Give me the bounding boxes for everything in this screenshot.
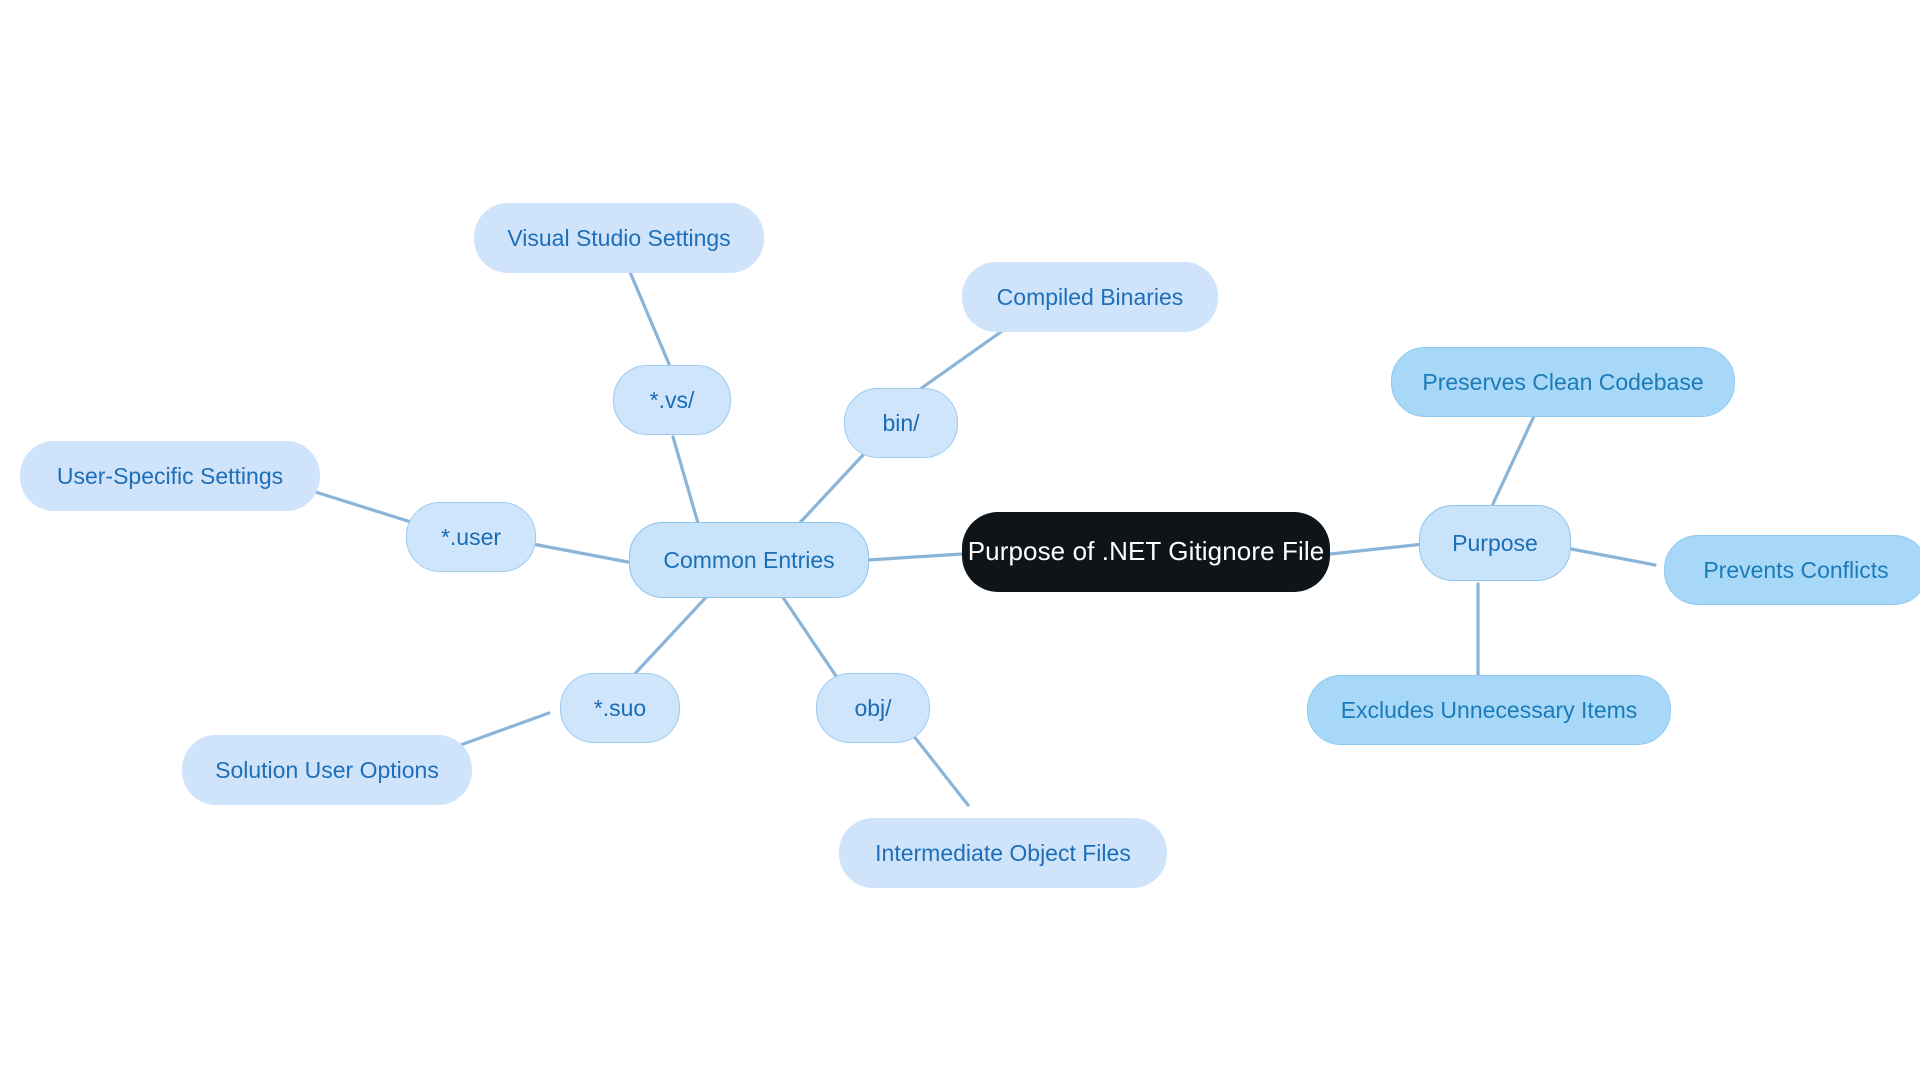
node-obj-folder-label: obj/ [854, 694, 892, 721]
edge-bin-compiled-binaries [914, 327, 1007, 394]
node-bin-folder[interactable]: bin/ [844, 388, 958, 458]
node-intermediate-object-files-label: Intermediate Object Files [875, 839, 1131, 866]
node-bin-folder-label: bin/ [882, 409, 920, 436]
node-preserves-clean-codebase[interactable]: Preserves Clean Codebase [1391, 347, 1735, 417]
node-solution-user-options[interactable]: Solution User Options [182, 735, 472, 805]
node-vs-folder-label: *.vs/ [649, 386, 695, 413]
edge-common-entries-bin [793, 453, 865, 530]
node-vs-folder[interactable]: *.vs/ [613, 365, 731, 435]
node-intermediate-object-files[interactable]: Intermediate Object Files [839, 818, 1167, 888]
node-visual-studio-settings-label: Visual Studio Settings [507, 224, 731, 251]
node-solution-user-options-label: Solution User Options [215, 756, 439, 783]
node-common-entries-label: Common Entries [663, 546, 835, 573]
edge-user-user-specific-settings [304, 487, 416, 525]
node-common-entries[interactable]: Common Entries [629, 522, 869, 598]
edge-vs-visual-studio-settings [625, 263, 674, 373]
edge-purpose-preserves-clean-codebase [1490, 412, 1537, 508]
node-excludes-unnecessary-items[interactable]: Excludes Unnecessary Items [1307, 675, 1671, 745]
edge-common-entries-obj [778, 591, 840, 681]
node-compiled-binaries-label: Compiled Binaries [996, 283, 1184, 310]
node-prevents-conflicts-label: Prevents Conflicts [1703, 556, 1889, 583]
node-user-specific-settings-label: User-Specific Settings [56, 462, 284, 489]
node-user-file-label: *.user [440, 523, 502, 550]
node-purpose-label: Purpose [1452, 529, 1538, 556]
node-suo-file[interactable]: *.suo [560, 673, 680, 743]
edge-suo-solution-user-options [453, 711, 551, 749]
node-visual-studio-settings[interactable]: Visual Studio Settings [474, 203, 764, 273]
node-user-file[interactable]: *.user [406, 502, 536, 572]
node-root[interactable]: Purpose of .NET Gitignore File [962, 512, 1330, 592]
node-compiled-binaries[interactable]: Compiled Binaries [962, 262, 1218, 332]
edge-root-purpose [1328, 542, 1426, 556]
node-suo-file-label: *.suo [593, 694, 647, 721]
edge-common-entries-user [520, 540, 630, 564]
edge-purpose-prevents-conflicts [1564, 546, 1657, 567]
node-preserves-clean-codebase-label: Preserves Clean Codebase [1422, 368, 1704, 395]
node-excludes-unnecessary-items-label: Excludes Unnecessary Items [1340, 696, 1638, 723]
edge-layer [304, 263, 1657, 807]
edge-common-entries-vs [671, 435, 702, 532]
edge-common-entries-suo [628, 591, 712, 681]
node-prevents-conflicts[interactable]: Prevents Conflicts [1664, 535, 1920, 605]
node-root-label: Purpose of .NET Gitignore File [967, 536, 1325, 567]
node-user-specific-settings[interactable]: User-Specific Settings [20, 441, 320, 511]
node-obj-folder[interactable]: obj/ [816, 673, 930, 743]
edge-root-common-entries [866, 552, 964, 562]
mindmap-canvas: Purpose of .NET Gitignore File Common En… [0, 0, 1920, 1083]
node-purpose[interactable]: Purpose [1419, 505, 1571, 581]
